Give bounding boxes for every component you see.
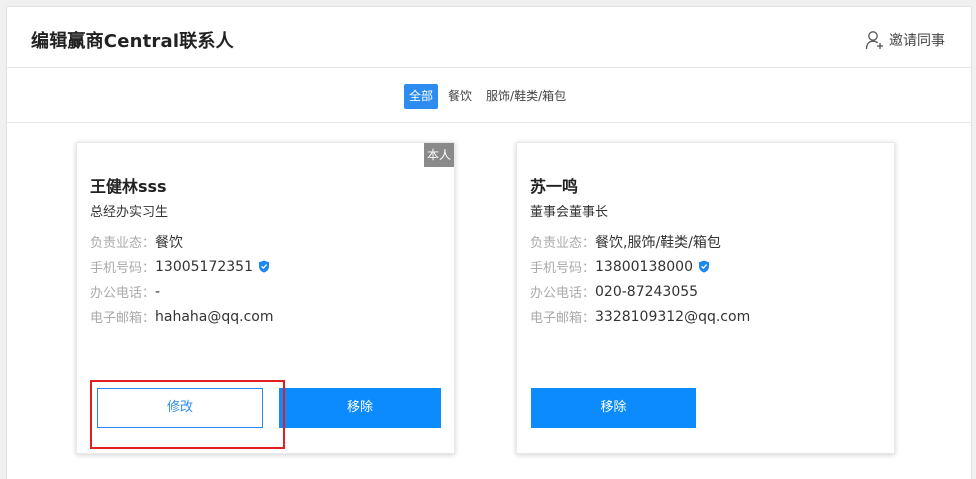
- mobile-value: 13800138000: [595, 258, 693, 275]
- business-type-value: 餐饮,服饰/鞋类/箱包: [595, 234, 721, 251]
- contact-name: 苏一鸣: [530, 177, 579, 196]
- category-filters: 全部 餐饮 服饰/鞋类/箱包: [404, 84, 570, 109]
- mobile-label: 手机号码：: [90, 261, 156, 276]
- email-row: 电子邮箱： 3328109312@qq.com: [530, 304, 750, 329]
- office-phone-value: 020-87243055: [595, 283, 699, 300]
- remove-contact-button[interactable]: 移除: [531, 388, 696, 428]
- mobile-row: 手机号码： 13800138000: [530, 254, 750, 279]
- contact-name: 王健林sss: [90, 177, 167, 196]
- page-title: 编辑赢商Central联系人: [31, 31, 234, 52]
- verified-shield-icon: [258, 260, 270, 273]
- filter-tab-apparel[interactable]: 服饰/鞋类/箱包: [482, 84, 570, 109]
- contact-position: 总经办实习生: [90, 205, 169, 220]
- email-value: hahaha@qq.com: [155, 308, 274, 325]
- business-type-value: 餐饮: [155, 234, 184, 251]
- mobile-row: 手机号码： 13005172351: [90, 254, 274, 279]
- remove-contact-button[interactable]: 移除: [279, 388, 441, 428]
- office-phone-row: 办公电话： 020-87243055: [530, 279, 750, 304]
- email-label: 电子邮箱：: [530, 311, 596, 326]
- filter-tab-catering[interactable]: 餐饮: [444, 84, 476, 109]
- mobile-value: 13005172351: [155, 258, 253, 275]
- email-value: 3328109312@qq.com: [595, 308, 751, 325]
- invite-colleague-button[interactable]: 邀请同事: [865, 29, 945, 51]
- office-phone-label: 办公电话：: [90, 286, 156, 301]
- category-filter-bar: 全部 餐饮 服饰/鞋类/箱包: [7, 69, 971, 123]
- office-phone-label: 办公电话：: [530, 286, 596, 301]
- business-type-row: 负责业态： 餐饮,服饰/鞋类/箱包: [530, 229, 750, 254]
- filter-tab-all[interactable]: 全部: [404, 84, 439, 109]
- email-label: 电子邮箱：: [90, 311, 156, 326]
- business-type-row: 负责业态： 餐饮: [90, 229, 274, 254]
- page-header: 编辑赢商Central联系人 邀请同事: [7, 7, 971, 68]
- contact-card: 苏一鸣 董事会董事长 负责业态： 餐饮,服饰/鞋类/箱包 手机号码： 13800…: [516, 142, 895, 454]
- business-type-label: 负责业态：: [90, 236, 156, 251]
- office-phone-value: -: [155, 283, 161, 300]
- contact-position: 董事会董事长: [530, 205, 609, 220]
- business-type-label: 负责业态：: [530, 236, 596, 251]
- self-badge: 本人: [424, 143, 454, 167]
- contact-details: 负责业态： 餐饮,服饰/鞋类/箱包 手机号码： 13800138000 办公电话…: [530, 229, 750, 329]
- mobile-label: 手机号码：: [530, 261, 596, 276]
- email-row: 电子邮箱： hahaha@qq.com: [90, 304, 274, 329]
- office-phone-row: 办公电话： -: [90, 279, 274, 304]
- verified-shield-icon: [698, 260, 710, 273]
- contact-card: 本人 王健林sss 总经办实习生 负责业态： 餐饮 手机号码： 13005172…: [76, 142, 455, 454]
- invite-colleague-label: 邀请同事: [889, 33, 945, 49]
- edit-contact-button[interactable]: 修改: [97, 388, 263, 428]
- contact-details: 负责业态： 餐饮 手机号码： 13005172351 办公电话： - 电子邮箱：…: [90, 229, 274, 329]
- add-user-icon: [865, 30, 885, 50]
